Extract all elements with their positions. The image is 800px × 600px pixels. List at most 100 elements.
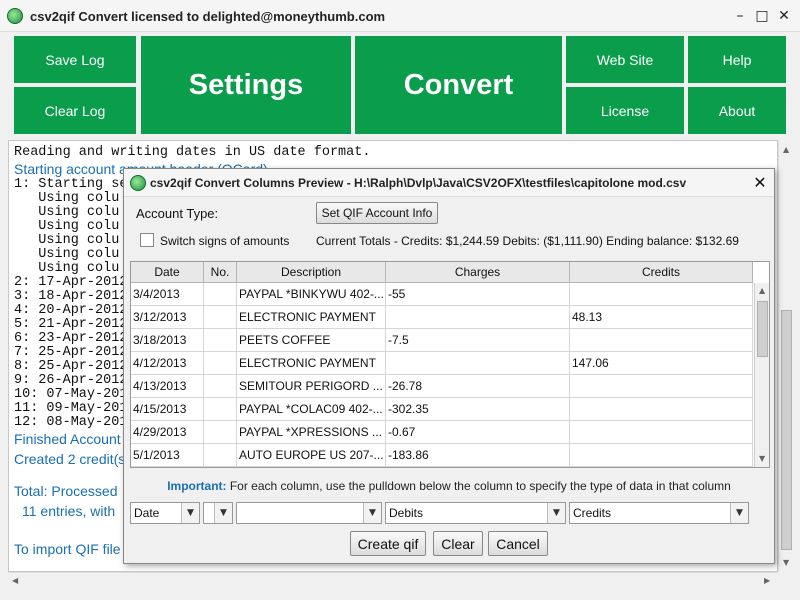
about-button[interactable]: About [688, 87, 786, 134]
account-type-label: Account Type: [136, 206, 219, 221]
column-header-charges[interactable]: Charges [386, 262, 570, 283]
cell-no [204, 398, 237, 421]
log-line: 2: 17-Apr-2012 [14, 275, 128, 290]
table-row[interactable]: 4/15/2013 PAYPAL *COLAC09 402-... -302.35 [131, 398, 753, 421]
log-line: Using colu [14, 219, 120, 234]
column-header-date[interactable]: Date [131, 262, 204, 283]
scroll-up-icon[interactable]: ▲ [783, 145, 789, 154]
log-line: 4: 20-Apr-2012 [14, 303, 128, 318]
table-row[interactable]: 3/18/2013 PEETS COFFEE -7.5 [131, 329, 753, 352]
table-row[interactable]: 3/12/2013 ELECTRONIC PAYMENT 48.13 [131, 306, 753, 329]
log-line: 12: 08-May-201 [14, 415, 128, 430]
close-icon[interactable]: ✕ [774, 6, 794, 26]
cell-credits: 48.13 [570, 306, 753, 329]
cell-charges: -26.78 [386, 375, 570, 398]
cell-no [204, 444, 237, 467]
clear-button[interactable]: Clear [433, 531, 483, 556]
table-row[interactable]: 4/12/2013 ELECTRONIC PAYMENT 147.06 [131, 352, 753, 375]
dialog-close-icon[interactable]: ✕ [750, 173, 770, 193]
log-line: 11 entries, with [22, 503, 116, 519]
scroll-left-icon[interactable]: ◀ [12, 576, 18, 585]
column-header-no[interactable]: No. [204, 262, 237, 283]
convert-button[interactable]: Convert [355, 36, 562, 134]
column-type-value: Debits [389, 506, 424, 520]
window-title: csv2qif Convert licensed to delighted@mo… [30, 9, 386, 24]
cancel-button[interactable]: Cancel [488, 531, 548, 556]
column-type-select-no[interactable]: ▼ [203, 502, 233, 524]
column-type-select-charges[interactable]: Debits ▼ [385, 502, 566, 524]
log-line: 6: 23-Apr-2012 [14, 331, 128, 346]
switch-signs-checkbox[interactable] [140, 233, 154, 247]
cell-charges: -183.86 [386, 444, 570, 467]
cell-date: 4/29/2013 [131, 421, 204, 444]
cell-credits [570, 398, 753, 421]
table-row[interactable]: 4/29/2013 PAYPAL *XPRESSIONS ... -0.67 [131, 421, 753, 444]
important-note: Important: For each column, use the pull… [124, 479, 774, 493]
table-row[interactable]: 3/4/2013 PAYPAL *BINKYWU 402-... -55 [131, 283, 753, 306]
chevron-down-icon[interactable]: ▼ [547, 503, 565, 523]
cell-date: 3/4/2013 [131, 283, 204, 306]
cell-description: PAYPAL *COLAC09 402-... [237, 398, 386, 421]
log-line: 3: 18-Apr-2012 [14, 289, 128, 304]
column-type-select-description[interactable]: ▼ [236, 502, 382, 524]
save-log-button[interactable]: Save Log [14, 36, 136, 83]
set-qif-account-info-button[interactable]: Set QIF Account Info [316, 202, 438, 224]
chevron-down-icon[interactable]: ▼ [730, 503, 748, 523]
table-scroll-down-icon[interactable]: ▼ [759, 454, 765, 463]
scroll-down-icon[interactable]: ▼ [783, 558, 789, 567]
cell-charges: -0.67 [386, 421, 570, 444]
column-type-select-credits[interactable]: Credits ▼ [569, 502, 749, 524]
license-button[interactable]: License [566, 87, 684, 134]
cell-charges [386, 352, 570, 375]
cell-no [204, 375, 237, 398]
dialog-app-icon [130, 175, 146, 191]
cell-date: 3/18/2013 [131, 329, 204, 352]
log-line: Using colu [14, 191, 120, 206]
log-line: Using colu [14, 261, 120, 276]
web-site-button[interactable]: Web Site [566, 36, 684, 83]
column-type-select-date[interactable]: Date ▼ [130, 502, 200, 524]
table-vertical-scrollbar[interactable]: ▲ ▼ [754, 283, 769, 467]
cell-description: ELECTRONIC PAYMENT [237, 352, 386, 375]
cell-credits [570, 329, 753, 352]
log-line: To import QIF file [14, 541, 121, 557]
minimize-icon[interactable]: – [730, 6, 750, 26]
important-text: For each column, use the pulldown below … [226, 479, 731, 493]
clear-log-button[interactable]: Clear Log [14, 87, 136, 134]
cell-credits [570, 421, 753, 444]
cell-description: AUTO EUROPE US 207-... [237, 444, 386, 467]
cell-description: PAYPAL *BINKYWU 402-... [237, 283, 386, 306]
log-vertical-scrollbar[interactable]: ▲ ▼ [778, 140, 794, 572]
table-scroll-up-icon[interactable]: ▲ [759, 286, 765, 295]
log-line: 10: 07-May-201 [14, 387, 128, 402]
log-horizontal-scrollbar[interactable]: ◀ ▶ [8, 572, 778, 588]
chevron-down-icon[interactable]: ▼ [363, 503, 381, 523]
preview-table[interactable]: Date No. Description Charges Credits 3/4… [130, 261, 770, 468]
cell-no [204, 306, 237, 329]
cell-date: 4/15/2013 [131, 398, 204, 421]
log-scroll-thumb[interactable] [781, 310, 792, 550]
cell-charges [386, 306, 570, 329]
log-line: Using colu [14, 247, 120, 262]
table-row[interactable]: 5/1/2013 AUTO EUROPE US 207-... -183.86 [131, 444, 753, 467]
chevron-down-icon[interactable]: ▼ [214, 503, 232, 523]
table-scroll-thumb[interactable] [757, 301, 768, 357]
create-qif-button[interactable]: Create qif [350, 531, 426, 556]
log-line: Using colu [14, 233, 120, 248]
settings-button[interactable]: Settings [141, 36, 351, 134]
log-line: Reading and writing dates in US date for… [14, 145, 371, 160]
log-line: 1: Starting se [14, 177, 128, 192]
help-button[interactable]: Help [688, 36, 786, 83]
chevron-down-icon[interactable]: ▼ [181, 503, 199, 523]
column-header-credits[interactable]: Credits [570, 262, 753, 283]
cell-date: 4/12/2013 [131, 352, 204, 375]
cell-description: ELECTRONIC PAYMENT [237, 306, 386, 329]
cell-date: 4/13/2013 [131, 375, 204, 398]
table-row[interactable]: 4/13/2013 SEMITOUR PERIGORD ... -26.78 [131, 375, 753, 398]
scroll-right-icon[interactable]: ▶ [764, 576, 770, 585]
log-line: 7: 25-Apr-2012 [14, 345, 128, 360]
app-icon [7, 8, 23, 24]
maximize-icon[interactable]: □ [752, 6, 772, 26]
column-header-description[interactable]: Description [237, 262, 386, 283]
cell-description: PAYPAL *XPRESSIONS ... [237, 421, 386, 444]
